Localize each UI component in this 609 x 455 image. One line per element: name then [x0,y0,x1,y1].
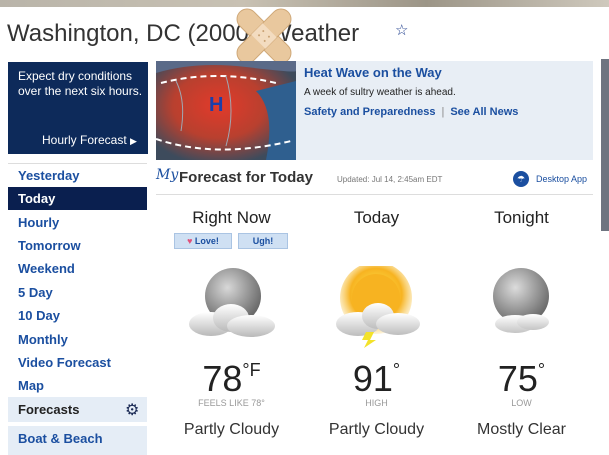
temperature-value: 91 [352,358,393,399]
temperature-unit: ° [537,360,546,380]
high-label: HIGH [365,398,388,408]
nav-item-map[interactable]: Map [8,374,147,397]
news-description: A week of sultry weather is ahead. [304,87,456,98]
news-headline[interactable]: Heat Wave on the Way [304,65,442,80]
love-label: Love! [194,236,219,246]
nav-item-boat-beach[interactable]: Boat & Beach [8,426,147,455]
nav-item-video-forecast[interactable]: Video Forecast [8,351,147,374]
link-divider: | [441,106,445,118]
temperature-unit: ° [392,360,401,380]
forecast-title: Forecast for Today [179,169,313,186]
temperature: 78°F [159,358,304,400]
temperature: 75° [449,358,594,400]
temperature-unit: °F [242,360,261,380]
bandage-sticker-icon [236,8,292,64]
forecast-header: My Forecast for Today Updated: Jul 14, 2… [156,165,593,195]
nav-item-weekend[interactable]: Weekend [8,257,147,280]
ugh-button[interactable]: Ugh! [238,233,288,249]
love-button[interactable]: ♥ Love! [174,233,232,249]
safety-link[interactable]: Safety and Preparedness [304,106,435,118]
news-box: Heat Wave on the Way A week of sultry we… [296,61,593,160]
temperature-value: 78 [202,358,243,399]
nav-item-monthly[interactable]: Monthly [8,328,147,351]
triangle-right-icon: ▶ [130,136,137,146]
column-title: Right Now [192,208,271,227]
updated-timestamp: Updated: Jul 14, 2:45am EDT [337,175,443,184]
nav-item-tomorrow[interactable]: Tomorrow [8,234,147,257]
forecast-column-today: Today 91° HIGH Partly Cloudy [304,200,449,455]
feels-like: FEELS LIKE 78° [198,398,265,408]
condition: Partly Cloudy [183,421,280,438]
promo-text: Expect dry conditions over the next six … [18,69,143,98]
nav-item-10-day[interactable]: 10 Day [8,304,147,327]
hourly-forecast-link[interactable]: Hourly Forecast ▶ [42,133,137,147]
partly-cloudy-night-icon [189,268,275,337]
page-title: Washington, DC (20002) Weather [7,20,359,48]
condition: Partly Cloudy [328,421,425,438]
gear-icon[interactable]: ⚙ [125,400,139,420]
forecast-column-tonight: Tonight 75° LOW Mostly Clear [449,200,594,455]
nav-item-today[interactable]: Today [8,187,147,210]
see-all-news-link[interactable]: See All News [450,106,518,118]
partly-cloudy-day-icon [336,266,420,348]
nav-item-yesterday[interactable]: Yesterday [8,164,147,187]
condition: Mostly Clear [477,421,566,438]
top-image-strip [0,0,609,7]
temperature-value: 75 [497,358,538,399]
nav-item-5-day[interactable]: 5 Day [8,281,147,304]
news-map-thumbnail[interactable]: H [156,61,296,160]
temperature: 91° [304,358,449,400]
column-title: Tonight [494,208,549,227]
desktop-app-link[interactable]: Desktop App [536,174,587,184]
my-logo: My [156,167,179,183]
hourly-forecast-link-label: Hourly Forecast [42,133,127,147]
desktop-app-icon[interactable]: ☂ [513,171,529,187]
map-high-pressure-label: H [209,94,223,116]
column-title: Today [353,208,400,227]
title-prefix: Washington, DC (20 [7,20,223,47]
heart-icon: ♥ [187,236,193,246]
low-label: LOW [511,398,532,408]
news-links: Safety and Preparedness | See All News [304,106,518,118]
mostly-clear-night-icon [493,268,549,333]
nav-item-hourly[interactable]: Hourly [8,211,147,234]
star-outline-icon[interactable]: ☆ [395,21,408,39]
hourly-promo-box: Expect dry conditions over the next six … [8,62,148,154]
right-edge-strip [601,59,609,231]
